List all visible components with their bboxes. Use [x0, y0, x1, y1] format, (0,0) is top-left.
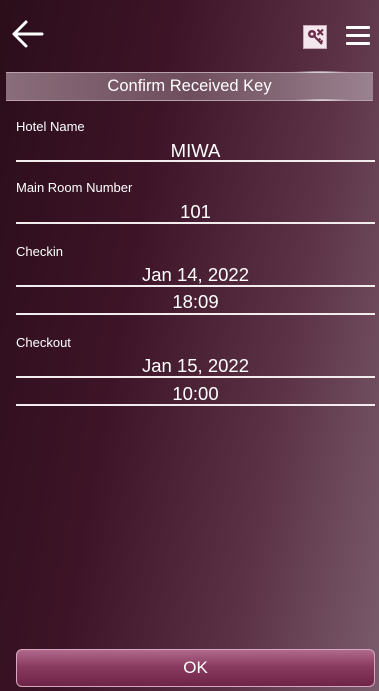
checkin-label: Checkin	[16, 244, 63, 259]
hamburger-bar	[346, 41, 370, 45]
checkout-time-divider	[16, 404, 375, 406]
checkout-date-divider	[16, 376, 375, 378]
arrow-left-icon	[12, 20, 44, 48]
key-cancel-icon	[308, 28, 324, 45]
checkin-date-value: Jan 14, 2022	[142, 264, 249, 285]
top-app-bar	[0, 0, 379, 68]
checkin-date-divider	[16, 285, 375, 287]
checkout-date-value: Jan 15, 2022	[142, 355, 249, 376]
hamburger-menu-icon	[346, 25, 370, 29]
main-room-number-value: 101	[180, 201, 211, 222]
checkout-label: Checkout	[16, 335, 71, 350]
ok-button[interactable]: OK	[16, 649, 375, 687]
confirm-received-key-screen: Confirm Received Key Hotel Name MIWA Mai…	[0, 0, 379, 691]
hamburger-bar	[346, 33, 370, 37]
hotel-name-label: Hotel Name	[16, 119, 85, 134]
ok-button-label: OK	[183, 658, 208, 677]
hotel-name-divider	[16, 160, 375, 162]
page-title: Confirm Received Key	[107, 77, 272, 95]
checkin-time-value: 18:09	[172, 291, 219, 312]
main-room-number-divider	[16, 222, 375, 224]
checkin-time-divider	[16, 313, 375, 315]
title-glint-bottom	[292, 99, 352, 101]
main-room-number-label: Main Room Number	[16, 180, 133, 195]
checkout-time-value: 10:00	[172, 383, 219, 404]
title-glint-top	[290, 71, 350, 73]
menu-button[interactable]	[343, 20, 373, 50]
key-cancel-button[interactable]	[303, 25, 327, 49]
hotel-name-value: MIWA	[170, 140, 221, 161]
page-title-bar: Confirm Received Key	[6, 72, 373, 101]
back-button[interactable]	[8, 16, 48, 52]
